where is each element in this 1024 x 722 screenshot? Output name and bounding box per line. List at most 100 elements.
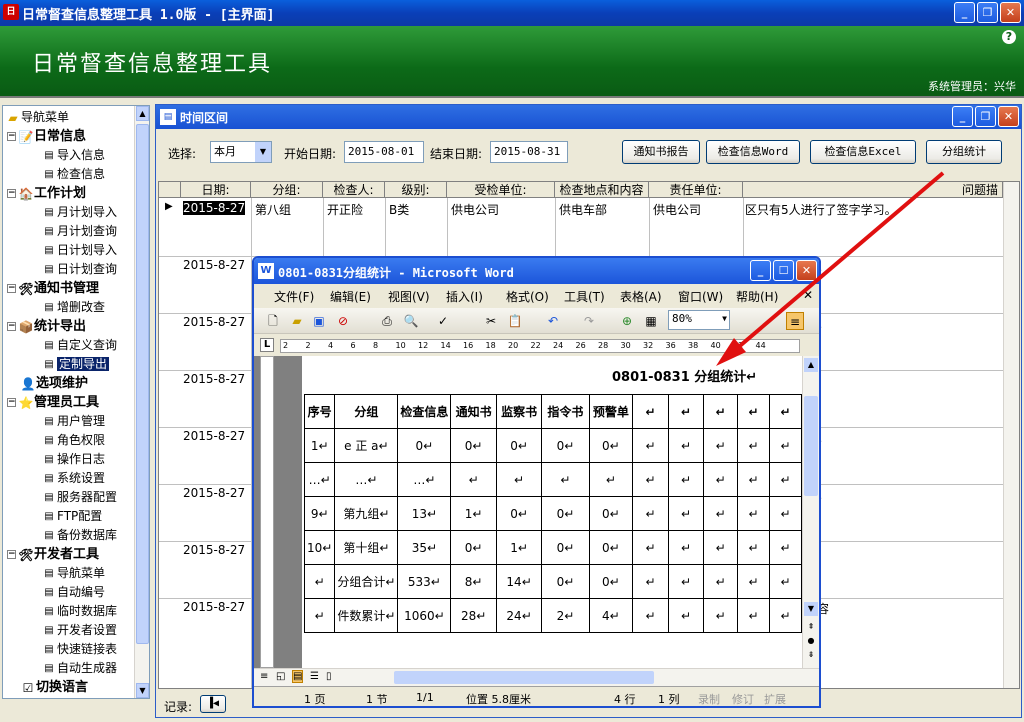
table-cell[interactable]: ↵ xyxy=(768,564,803,599)
table-cell[interactable]: 4↵ xyxy=(588,598,634,633)
table-cell[interactable]: 分组合计↵ xyxy=(334,564,399,599)
paste-icon[interactable]: 📋 xyxy=(506,312,524,330)
end-date-input[interactable]: 2015-08-31 xyxy=(490,141,568,163)
table-cell[interactable]: 检查信息 xyxy=(397,394,452,429)
nav-item[interactable]: ▤ 日计划查询 xyxy=(41,260,117,279)
table-icon[interactable]: ▦ xyxy=(642,312,660,330)
table-cell[interactable]: 0↵ xyxy=(588,564,634,599)
table-cell[interactable]: 0↵ xyxy=(588,496,634,531)
table-cell[interactable]: ↵ xyxy=(737,530,770,565)
table-cell[interactable]: 通知书 xyxy=(450,394,497,429)
column-header[interactable]: 日期: xyxy=(181,182,251,198)
column-header[interactable]: 分组: xyxy=(251,182,323,198)
permission-icon[interactable]: ⊘ xyxy=(334,312,352,330)
nav-item[interactable]: ▤ 自定义查询 xyxy=(41,336,117,355)
nav-item[interactable]: ▤ FTP配置 xyxy=(41,507,102,526)
nav-item[interactable]: ▤ 操作日志 xyxy=(41,450,105,469)
browse-object-icon[interactable]: ● xyxy=(804,636,818,648)
nav-item[interactable]: ▤ 系统设置 xyxy=(41,469,105,488)
document-page[interactable]: 0801-0831 分组统计↵ 序号 分组 检查信息 通知书 监察书 指令书 预警单 ↵ ↵ ↵ ↵… xyxy=(302,356,803,668)
table-cell[interactable]: 13↵ xyxy=(397,496,452,531)
check-word-button[interactable]: 检查信息Word xyxy=(706,140,800,164)
table-cell[interactable]: ↵ xyxy=(703,530,739,565)
table-cell[interactable]: 开正险 xyxy=(327,201,363,218)
normal-view-icon[interactable]: ≡ xyxy=(260,671,268,682)
table-cell[interactable]: 供电车部 xyxy=(559,201,607,218)
menu-item[interactable]: 文件(F) xyxy=(274,288,314,305)
nav-group-4[interactable]: 👤选项维护 xyxy=(7,374,89,393)
table-cell[interactable]: ↵ xyxy=(588,462,634,497)
menu-item[interactable]: 编辑(E) xyxy=(330,288,371,305)
collapse-toggle[interactable]: − xyxy=(7,550,16,559)
table-cell[interactable]: ↵ xyxy=(737,394,770,429)
nav-item[interactable]: ▤ 用户管理 xyxy=(41,412,105,431)
table-cell[interactable]: ↵ xyxy=(667,428,705,463)
table-cell[interactable]: ↵ xyxy=(667,496,705,531)
table-cell[interactable]: 件数累计↵ xyxy=(334,598,399,633)
ruler-strip[interactable]: 2 2 4 6 8 10 12 14 16 18 20 22 24 26 28 30 32 36 38 40 42 44 xyxy=(280,339,800,353)
period-select[interactable]: 本月 ▼ xyxy=(210,141,272,163)
table-cell[interactable]: 28↵ xyxy=(450,598,497,633)
nav-item[interactable]: ▤ 检查信息 xyxy=(41,165,105,184)
inner-minimize-button[interactable]: _ xyxy=(952,106,973,127)
menu-item[interactable]: 窗口(W) xyxy=(678,288,723,305)
table-cell[interactable]: ↵ xyxy=(667,394,705,429)
hyperlink-icon[interactable]: ⊕ xyxy=(618,312,636,330)
table-cell[interactable]: ↵ xyxy=(703,496,739,531)
redo-icon[interactable]: ↷ xyxy=(580,312,598,330)
table-cell[interactable]: 0↵ xyxy=(450,530,497,565)
table-cell-date[interactable]: 2015-8-27 xyxy=(183,315,245,329)
menu-item[interactable]: 格式(O) xyxy=(506,288,549,305)
scroll-thumb[interactable] xyxy=(136,124,149,644)
nav-group-1[interactable]: − 🏠工作计划 xyxy=(7,184,86,203)
open-folder-icon[interactable]: ▰ xyxy=(288,312,306,330)
collapse-toggle[interactable]: − xyxy=(7,284,16,293)
table-cell[interactable]: ↵ xyxy=(737,462,770,497)
cut-icon[interactable]: ✂ xyxy=(482,312,500,330)
table-cell[interactable]: ↵ xyxy=(703,462,739,497)
zoom-select[interactable]: 80% ▼ xyxy=(668,310,730,330)
web-view-icon[interactable]: ◱ xyxy=(276,671,285,682)
table-cell[interactable]: 24↵ xyxy=(495,598,543,633)
help-icon[interactable]: ? xyxy=(1002,30,1016,44)
undo-icon[interactable]: ↶ xyxy=(544,312,562,330)
table-cell[interactable]: …↵ xyxy=(334,462,399,497)
nav-item[interactable]: ▤ 定制导出 xyxy=(41,355,110,374)
table-cell[interactable]: ↵ xyxy=(737,496,770,531)
horizontal-scroll-thumb[interactable] xyxy=(394,671,654,684)
nav-group-6[interactable]: − 🛠开发者工具 xyxy=(7,545,99,564)
table-cell[interactable]: ↵ xyxy=(703,598,739,633)
column-header[interactable]: 责任单位: xyxy=(649,182,743,198)
table-cell[interactable]: 1↵ xyxy=(495,530,543,565)
collapse-toggle[interactable]: − xyxy=(7,322,16,331)
column-header[interactable]: 检查地点和内容 xyxy=(555,182,649,198)
next-page-icon[interactable]: ⇟ xyxy=(804,650,818,662)
table-cell[interactable]: 0↵ xyxy=(588,530,634,565)
inner-restore-button[interactable]: ❐ xyxy=(975,106,996,127)
table-cell[interactable]: ↵ xyxy=(768,428,803,463)
table-cell-date[interactable]: 2015-8-27 xyxy=(183,372,245,386)
scroll-up-arrow[interactable]: ▲ xyxy=(136,106,149,121)
table-cell[interactable]: ↵ xyxy=(541,462,590,497)
word-maximize-button[interactable]: ☐ xyxy=(773,260,794,281)
table-cell[interactable]: ↵ xyxy=(632,496,669,531)
status-revision[interactable]: 修订 xyxy=(732,691,754,706)
table-cell-date[interactable]: 2015-8-27 xyxy=(183,201,246,215)
table-cell[interactable]: ↵ xyxy=(768,462,803,497)
table-cell[interactable]: 35↵ xyxy=(397,530,452,565)
table-cell[interactable]: 0↵ xyxy=(397,428,452,463)
table-cell[interactable]: 0↵ xyxy=(495,428,543,463)
table-cell[interactable]: ↵ xyxy=(737,564,770,599)
word-vertical-scrollbar[interactable]: ▲ ▼ ⇞ ● ⇟ xyxy=(802,356,819,668)
menu-item[interactable]: 帮助(H) xyxy=(736,288,778,305)
table-cell[interactable]: 第十组↵ xyxy=(334,530,399,565)
status-extend[interactable]: 扩展 xyxy=(764,691,786,706)
nav-item[interactable]: ▤ 导航菜单 xyxy=(41,564,105,583)
table-cell[interactable]: 供电公司 xyxy=(451,201,499,218)
table-cell[interactable]: e 正 a↵ xyxy=(334,428,399,463)
collapse-toggle[interactable]: − xyxy=(7,132,16,141)
nav-group-3[interactable]: − 📦统计导出 xyxy=(7,317,86,336)
new-doc-icon[interactable]: 🗋 xyxy=(264,312,282,330)
table-cell[interactable]: 8↵ xyxy=(450,564,497,599)
table-cell[interactable]: 1↵ xyxy=(450,496,497,531)
